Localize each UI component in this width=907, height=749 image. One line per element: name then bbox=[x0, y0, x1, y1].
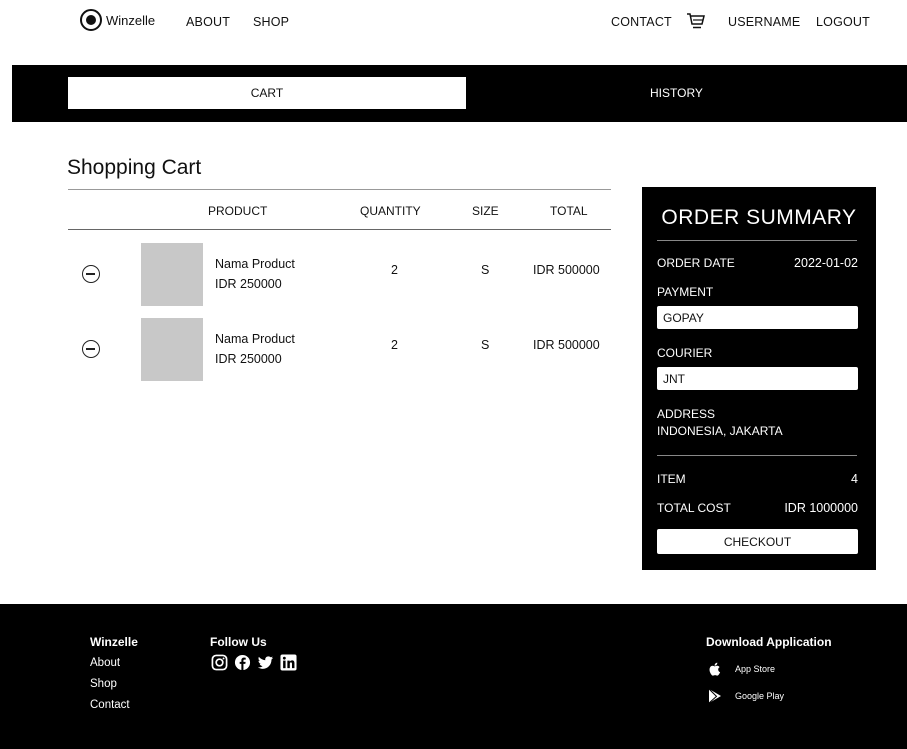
app-store-link[interactable]: App Store bbox=[707, 661, 775, 677]
cart-table: PRODUCT QUANTITY SIZE TOTAL Nama Product… bbox=[68, 189, 611, 382]
total-cost-label: TOTAL COST bbox=[657, 501, 731, 515]
google-play-icon bbox=[708, 688, 721, 704]
product-price: IDR 250000 bbox=[215, 277, 282, 291]
nav-logout-link[interactable]: LOGOUT bbox=[816, 15, 870, 29]
courier-label: COURIER bbox=[657, 346, 713, 360]
product-thumbnail bbox=[141, 243, 203, 306]
product-size: S bbox=[481, 338, 490, 352]
total-cost-value: IDR 1000000 bbox=[784, 501, 858, 515]
column-total: TOTAL bbox=[550, 204, 588, 218]
column-product: PRODUCT bbox=[208, 204, 268, 218]
address-label: ADDRESS bbox=[657, 407, 716, 421]
page-title: Shopping Cart bbox=[67, 156, 202, 179]
product-price: IDR 250000 bbox=[215, 352, 282, 366]
cart-row: Nama Product IDR 250000 2 S IDR 500000 bbox=[68, 230, 611, 306]
payment-select[interactable]: GOPAY bbox=[657, 306, 858, 329]
remove-item-icon[interactable] bbox=[82, 340, 100, 358]
product-name: Nama Product bbox=[215, 332, 295, 346]
item-count-value: 4 bbox=[851, 472, 858, 486]
product-total: IDR 500000 bbox=[533, 338, 600, 352]
item-count-label: ITEM bbox=[657, 472, 686, 486]
top-navbar: Winzelle ABOUT SHOP CONTACT USERNAME LOG… bbox=[0, 0, 907, 44]
column-quantity: QUANTITY bbox=[360, 204, 421, 218]
remove-item-icon[interactable] bbox=[82, 265, 100, 283]
follow-us-title: Follow Us bbox=[210, 635, 267, 649]
product-name: Nama Product bbox=[215, 257, 295, 271]
courier-select[interactable]: JNT bbox=[657, 367, 858, 390]
download-app-title: Download Application bbox=[706, 635, 832, 649]
summary-divider bbox=[657, 240, 857, 241]
order-date-label: ORDER DATE bbox=[657, 256, 735, 270]
nav-contact-link[interactable]: CONTACT bbox=[611, 15, 672, 29]
order-summary-panel: ORDER SUMMARY ORDER DATE 2022-01-02 PAYM… bbox=[642, 187, 876, 570]
footer-contact-link[interactable]: Contact bbox=[90, 699, 130, 711]
footer-about-link[interactable]: About bbox=[90, 657, 120, 669]
linkedin-icon[interactable] bbox=[280, 654, 297, 671]
order-date-value: 2022-01-02 bbox=[794, 256, 858, 270]
instagram-icon[interactable] bbox=[211, 654, 228, 671]
cart-table-header: PRODUCT QUANTITY SIZE TOTAL bbox=[68, 189, 611, 230]
checkout-button[interactable]: CHECKOUT bbox=[657, 529, 858, 554]
tab-bar: CART HISTORY bbox=[12, 65, 907, 122]
footer-shop-link[interactable]: Shop bbox=[90, 678, 117, 690]
facebook-icon[interactable] bbox=[234, 654, 251, 671]
google-play-link[interactable]: Google Play bbox=[707, 688, 784, 704]
nav-username-link[interactable]: USERNAME bbox=[728, 15, 800, 29]
product-quantity: 2 bbox=[391, 338, 398, 352]
footer-brand: Winzelle bbox=[90, 635, 138, 649]
payment-label: PAYMENT bbox=[657, 285, 714, 299]
nav-shop-link[interactable]: SHOP bbox=[253, 15, 289, 29]
tab-cart[interactable]: CART bbox=[68, 77, 466, 109]
product-quantity: 2 bbox=[391, 263, 398, 277]
twitter-icon[interactable] bbox=[257, 654, 274, 671]
apple-icon bbox=[709, 662, 721, 676]
column-size: SIZE bbox=[472, 204, 499, 218]
nav-about-link[interactable]: ABOUT bbox=[186, 15, 230, 29]
cart-icon[interactable] bbox=[686, 11, 706, 31]
app-store-label: App Store bbox=[735, 664, 776, 674]
product-thumbnail bbox=[141, 318, 203, 381]
summary-divider bbox=[657, 455, 857, 456]
order-summary-title: ORDER SUMMARY bbox=[661, 206, 857, 229]
brand-name: Winzelle bbox=[106, 12, 156, 28]
footer: Winzelle About Shop Contact Follow Us Do… bbox=[0, 604, 907, 749]
social-links bbox=[211, 654, 297, 671]
heart-logo-icon bbox=[80, 9, 102, 31]
tab-history[interactable]: HISTORY bbox=[616, 77, 816, 109]
cart-row: Nama Product IDR 250000 2 S IDR 500000 bbox=[68, 306, 611, 382]
google-play-label: Google Play bbox=[735, 691, 785, 701]
product-size: S bbox=[481, 263, 490, 277]
address-value: INDONESIA, JAKARTA bbox=[657, 424, 783, 438]
brand-logo[interactable]: Winzelle bbox=[80, 9, 155, 31]
product-total: IDR 500000 bbox=[533, 263, 600, 277]
